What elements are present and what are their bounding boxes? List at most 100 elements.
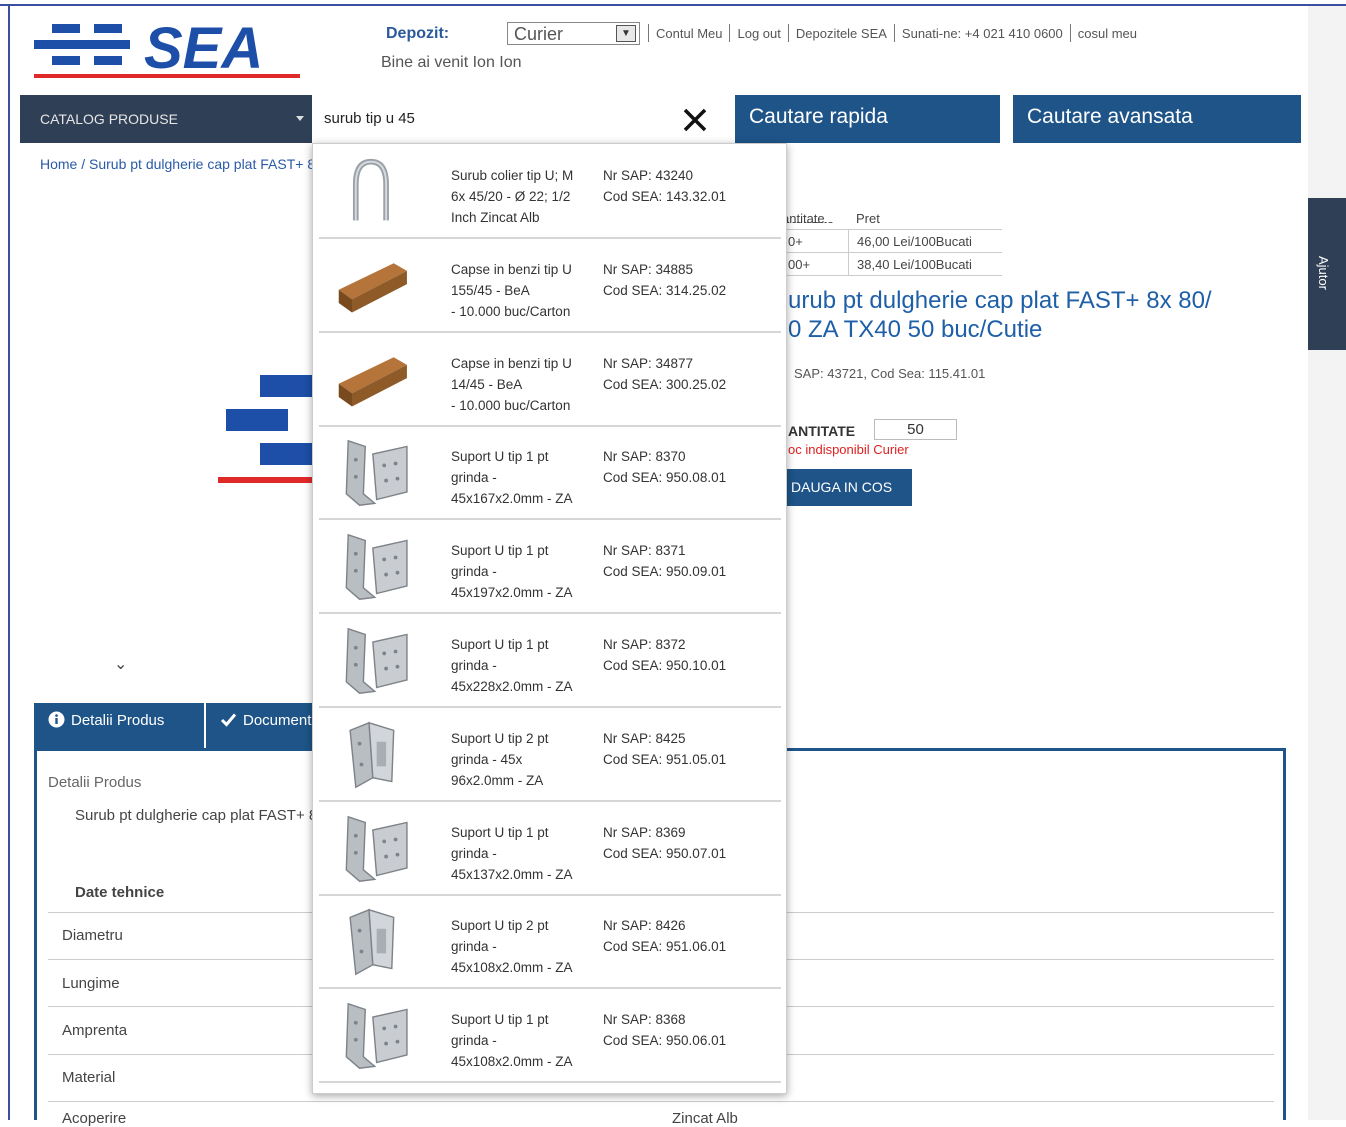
suggestion-name-line: grinda - [451,470,497,486]
search-input[interactable] [324,107,664,129]
link-log-out[interactable]: Log out [730,26,787,42]
advanced-search-button[interactable]: Cautare avansata [1013,95,1301,143]
depozit-select-value: Curier [514,24,564,44]
suggestion-name: Capse in benzi tip U 14/45 - BeA - 10.000 … [451,353,599,416]
help-side-button[interactable]: Ajutor [1308,198,1346,350]
spec-label: Diametru [62,927,123,944]
suggestion-sap: Nr SAP: 8372 [603,637,686,652]
suggestion-codes: Nr SAP: 8368 Cod SEA: 950.06.01 [603,1009,726,1051]
svg-text:SEA: SEA [144,18,263,81]
spec-label: Acoperire [62,1110,127,1127]
suggestion-name-line: 45x137x2.0mm - ZA [451,866,573,882]
suggestion-name-line: Capse in benzi tip U [451,261,572,277]
help-label: Ajutor [1316,256,1331,290]
suggestion-name-line: Suport U tip 1 pt [451,1012,549,1028]
suggestion-codes: Nr SAP: 8371 Cod SEA: 950.09.01 [603,540,726,582]
product-thumbnail [345,440,408,507]
product-thumbnail [349,909,395,976]
details-panel-title: Detalii Produs [48,774,142,791]
search-suggestions-dropdown: Surub colier tip U; M 6x 45/20 - Ø 22; 1/… [312,143,787,1094]
tab-label: Detalii Produs [71,712,165,729]
suggestion-sap: Nr SAP: 8371 [603,543,686,559]
suggestion-codes: Nr SAP: 8370 Cod SEA: 950.08.01 [603,446,726,488]
suggestion-name-line: grinda - [451,1033,497,1049]
suggestion-name-line: 45x228x2.0mm - ZA [451,679,573,694]
suggestion-name: Suport U tip 1 pt grinda - 45x137x2.0mm - … [451,822,599,885]
tab-detalii-produs[interactable]: Detalii Produs [34,703,204,750]
suggestion-name-line: 14/45 - BeA [451,376,523,392]
suggestion-item[interactable]: Capse in benzi tip U 14/45 - BeA - 10.000 … [319,334,781,427]
suggestion-item[interactable]: Suport U tip 1 pt grinda - 45x167x2.0mm - … [319,427,781,521]
suggestion-name: Suport U tip 1 pt grinda - 45x167x2.0mm - … [451,446,599,509]
suggestion-sea-code: Cod SEA: 950.09.01 [603,564,727,580]
quick-search-button[interactable]: Cautare rapida [735,95,1000,143]
add-to-cart-button[interactable]: DAUGA IN COS [782,469,912,506]
product-thumbnail [345,627,408,694]
link-phone[interactable]: Sunati-ne: +4 021 410 0600 [895,26,1070,42]
product-thumbnail [345,1003,408,1070]
price-header-qty-visible: antitate [782,211,825,226]
info-icon [48,711,65,728]
suggestion-name-line: - 10.000 buc/Carton [451,303,571,319]
suggestion-name: Suport U tip 2 pt grinda - 45x 96x2.0mm - … [451,728,599,791]
suggestion-codes: Nr SAP: 8426 Cod SEA: 951.06.01 [603,915,726,957]
chevron-down-icon[interactable]: ⌄ [114,654,127,674]
quantity-input[interactable]: 50 [874,419,957,440]
suggestion-name-line: grinda - [451,658,497,673]
sea-logo[interactable]: SEA [32,18,302,82]
spec-label: Material [62,1069,116,1086]
depozit-label: Depozit: [386,25,450,42]
suggestion-name-line: 96x2.0mm - ZA [451,772,544,788]
suggestion-name: Suport U tip 1 pt grinda - 45x108x2.0mm - … [451,1009,599,1072]
spec-label: Lungime [62,975,120,992]
link-cos[interactable]: cosul meu [1071,26,1144,42]
suggestion-name-line: Suport U tip 2 pt [451,918,549,934]
suggestion-item[interactable]: Suport U tip 1 pt grinda - 45x137x2.0mm - … [319,803,781,896]
suggestion-name-line: grinda - [451,845,497,861]
suggestion-codes: Nr SAP: 34885 Cod SEA: 314.25.02 [603,259,726,301]
suggestion-sap: Nr SAP: 8426 [603,918,686,934]
suggestion-sap: Nr SAP: 8425 [603,730,686,746]
suggestion-name-line: 155/45 - BeA [451,282,530,298]
suggestion-name-line: Suport U tip 1 pt [451,543,549,559]
suggestion-item[interactable]: Capse in benzi tip U 155/45 - BeA - 10.000… [319,240,781,333]
suggestion-name-line: Inch Zincat Alb [451,210,540,225]
product-image [218,375,312,483]
suggestion-name-line: 45x108x2.0mm - ZA [451,960,573,976]
product-codes: SAP: 43721, Cod Sea: 115.41.01 [794,366,986,381]
catalog-label: CATALOG PRODUSE [40,111,178,127]
suggestion-name-line: grinda - 45x [451,751,523,767]
close-icon[interactable] [680,105,710,135]
product-thumbnail [349,721,395,789]
suggestion-name: Suport U tip 1 pt grinda - 45x197x2.0mm - … [451,540,599,603]
suggestion-sea-code: Cod SEA: 143.32.01 [603,189,727,204]
suggestion-sap: Nr SAP: 43240 [603,168,694,183]
depozit-select[interactable]: Curier ▼ [507,22,640,45]
welcome-text: Bine ai venit Ion Ion [381,54,522,71]
suggestion-item[interactable]: Suport U tip 1 pt grinda - 45x108x2.0mm - … [319,990,781,1084]
chevron-down-icon[interactable]: ▼ [616,25,636,42]
suggestion-name-line: Suport U tip 2 pt [451,730,549,746]
suggestion-sea-code: Cod SEA: 950.08.01 [603,470,727,486]
tab-documente[interactable]: Documente [206,703,312,750]
suggestion-item[interactable]: Surub colier tip U; M 6x 45/20 - Ø 22; 1/… [319,146,781,239]
suggestion-sea-code: Cod SEA: 950.10.01 [603,658,727,673]
suggestion-name-line: Capse in benzi tip U [451,355,572,371]
breadcrumb[interactable]: Home / Surub pt dulgherie cap plat FAST+… [40,156,312,172]
suggestion-item[interactable]: Suport U tip 1 pt grinda - 45x197x2.0mm - … [319,521,781,615]
suggestion-name-line: - 10.000 buc/Carton [451,397,571,413]
suggestion-name-line: 45x167x2.0mm - ZA [451,491,573,507]
catalog-produse-menu[interactable]: CATALOG PRODUSE [20,95,312,143]
price-row-price: 46,00 Lei/100Bucati [857,234,972,249]
link-depozitele[interactable]: Depozitele SEA [789,26,894,42]
link-contul-meu[interactable]: Contul Meu [649,26,729,42]
suggestion-codes: Nr SAP: 43240 Cod SEA: 143.32.01 [603,165,726,207]
top-links: Contul Meu Log out Depozitele SEA Sunati… [648,24,1144,42]
suggestion-item[interactable]: Suport U tip 2 pt grinda - 45x 96x2.0mm - … [319,709,781,802]
suggestion-sea-code: Cod SEA: 314.25.02 [603,282,727,298]
suggestion-item[interactable]: Suport U tip 1 pt grinda - 45x228x2.0mm - … [319,615,781,708]
product-thumbnail [338,263,407,313]
price-row-qty: 00+ [788,257,811,272]
suggestion-item[interactable]: Suport U tip 2 pt grinda - 45x108x2.0mm - … [319,896,781,990]
suggestion-sea-code: Cod SEA: 300.25.02 [603,376,727,392]
